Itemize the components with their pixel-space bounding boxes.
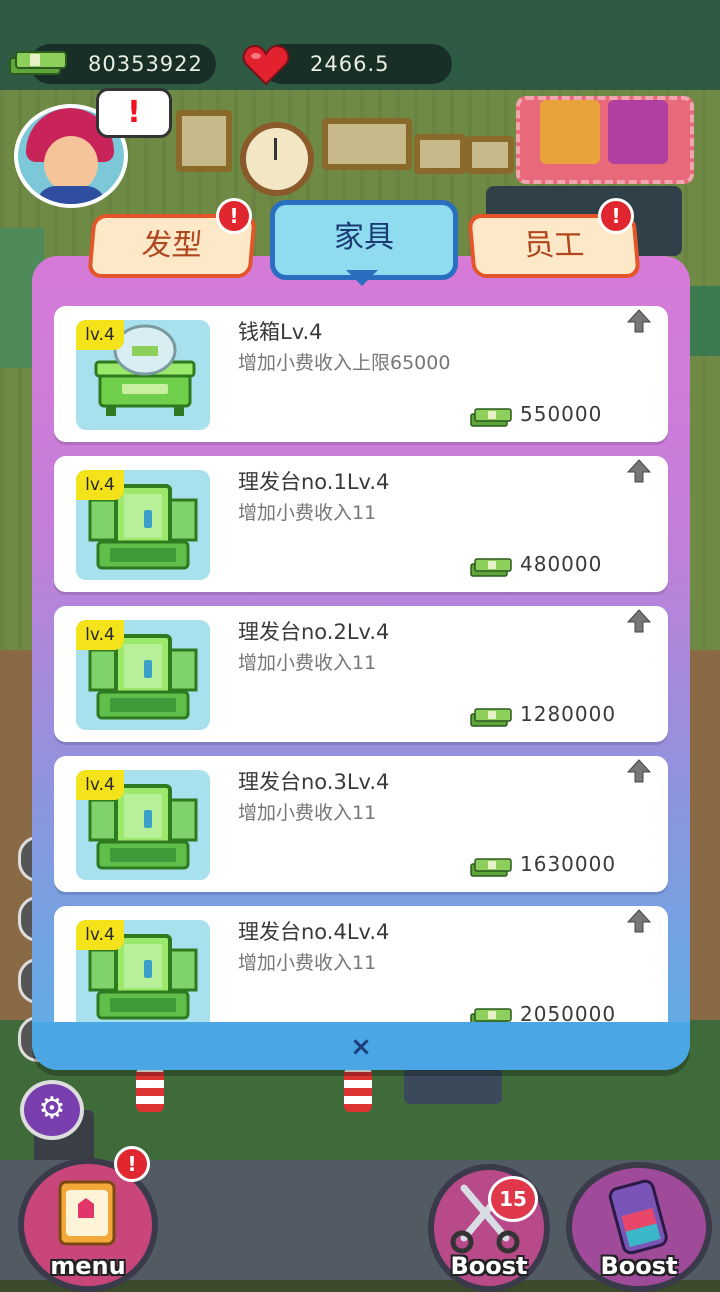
- dialog-footer: ×: [32, 1022, 690, 1070]
- furniture-card[interactable]: lv.4 钱箱Lv.4 增加小费收入上限65000 550000: [54, 306, 668, 442]
- avatar-face: [44, 136, 98, 192]
- cash-icon: [470, 556, 512, 578]
- tab-label: 发型: [140, 228, 204, 263]
- level-badge: lv.4: [76, 470, 124, 500]
- boost-counter: 15: [488, 1176, 538, 1222]
- upgrade-arrow-icon[interactable]: [626, 458, 652, 484]
- wall-clock: [240, 122, 314, 196]
- cash-icon: [9, 51, 67, 75]
- upgrade-price: 480000: [520, 552, 603, 576]
- barber-station-icon: lv.4: [76, 920, 210, 1022]
- menu-label: menu: [50, 1252, 126, 1280]
- settings-button[interactable]: ⚙: [20, 1080, 84, 1140]
- item-title: 理发台no.2Lv.4: [238, 620, 390, 644]
- furniture-card[interactable]: lv.4 理发台no.4Lv.4 增加小费收入11 2050000: [54, 906, 668, 1022]
- side-cabinet: [688, 286, 720, 356]
- cash-icon: [470, 406, 512, 428]
- alert-badge: !: [114, 1146, 150, 1182]
- upgrade-dialog: lv.4 钱箱Lv.4 增加小费收入上限65000 550000 lv.4 理发台no.1…: [32, 256, 690, 1070]
- furniture-list[interactable]: lv.4 钱箱Lv.4 增加小费收入上限65000 550000 lv.4 理发台no.1…: [52, 302, 670, 1022]
- upgrade-price: 1630000: [520, 852, 617, 876]
- cash-counter: 80353922: [9, 44, 216, 84]
- battery-icon: [608, 1179, 668, 1255]
- upgrade-price: 2050000: [520, 1002, 617, 1022]
- boost-battery-button[interactable]: Boost: [566, 1162, 712, 1292]
- barber-pole: [344, 1068, 372, 1112]
- item-title: 理发台no.4Lv.4: [238, 920, 390, 944]
- item-description: 增加小费收入上限65000: [238, 352, 451, 374]
- alert-badge: !: [216, 198, 252, 234]
- item-title: 理发台no.3Lv.4: [238, 770, 390, 794]
- cash-value: 80353922: [88, 52, 203, 76]
- decor-stall: [608, 100, 668, 164]
- item-description: 增加小费收入11: [238, 502, 377, 524]
- wall-picture: [466, 136, 514, 174]
- item-description: 增加小费收入11: [238, 952, 377, 974]
- alert-badge: !: [598, 198, 634, 234]
- boost-label: Boost: [600, 1252, 678, 1280]
- cash-box-icon: lv.4: [76, 320, 210, 430]
- hearts-counter: 2466.5: [242, 44, 452, 86]
- barber-station-icon: lv.4: [76, 620, 210, 730]
- wall-picture: [322, 118, 412, 170]
- upgrade-price: 1280000: [520, 702, 617, 726]
- item-title: 理发台no.1Lv.4: [238, 470, 390, 494]
- wall-picture: [414, 134, 466, 174]
- window: [404, 1068, 502, 1104]
- upgrade-arrow-icon[interactable]: [626, 758, 652, 784]
- tab-furniture[interactable]: 家具: [270, 200, 458, 280]
- level-badge: lv.4: [76, 770, 124, 800]
- upgrade-arrow-icon[interactable]: [626, 308, 652, 334]
- furniture-card[interactable]: lv.4 理发台no.3Lv.4 增加小费收入11 1630000: [54, 756, 668, 892]
- cash-icon: [470, 856, 512, 878]
- notebook-icon: [58, 1180, 116, 1246]
- item-description: 增加小费收入11: [238, 802, 377, 824]
- barber-station-icon: lv.4: [76, 470, 210, 580]
- barber-station-icon: lv.4: [76, 770, 210, 880]
- level-badge: lv.4: [76, 320, 124, 350]
- item-title: 钱箱Lv.4: [238, 320, 323, 344]
- barber-pole: [136, 1068, 164, 1112]
- upgrade-price: 550000: [520, 402, 603, 426]
- tab-label: 家具: [334, 220, 394, 255]
- hearts-value: 2466.5: [310, 52, 390, 76]
- boost-label: Boost: [450, 1252, 528, 1280]
- tab-label: 员工: [522, 228, 586, 263]
- gear-icon: ⚙: [38, 1091, 66, 1126]
- active-tab-pointer: [346, 270, 378, 286]
- upgrade-arrow-icon[interactable]: [626, 608, 652, 634]
- heart-icon: [242, 44, 290, 86]
- upgrade-arrow-icon[interactable]: [626, 908, 652, 934]
- furniture-card[interactable]: lv.4 理发台no.2Lv.4 增加小费收入11 1280000: [54, 606, 668, 742]
- decor-stall: [540, 100, 600, 164]
- close-button[interactable]: ×: [344, 1034, 378, 1062]
- cash-icon: [470, 706, 512, 728]
- level-badge: lv.4: [76, 920, 124, 950]
- level-badge: lv.4: [76, 620, 124, 650]
- notification-bubble[interactable]: !: [96, 88, 172, 138]
- wall-picture: [176, 110, 232, 172]
- furniture-card[interactable]: lv.4 理发台no.1Lv.4 增加小费收入11 480000: [54, 456, 668, 592]
- item-description: 增加小费收入11: [238, 652, 377, 674]
- cash-icon: [470, 1006, 512, 1022]
